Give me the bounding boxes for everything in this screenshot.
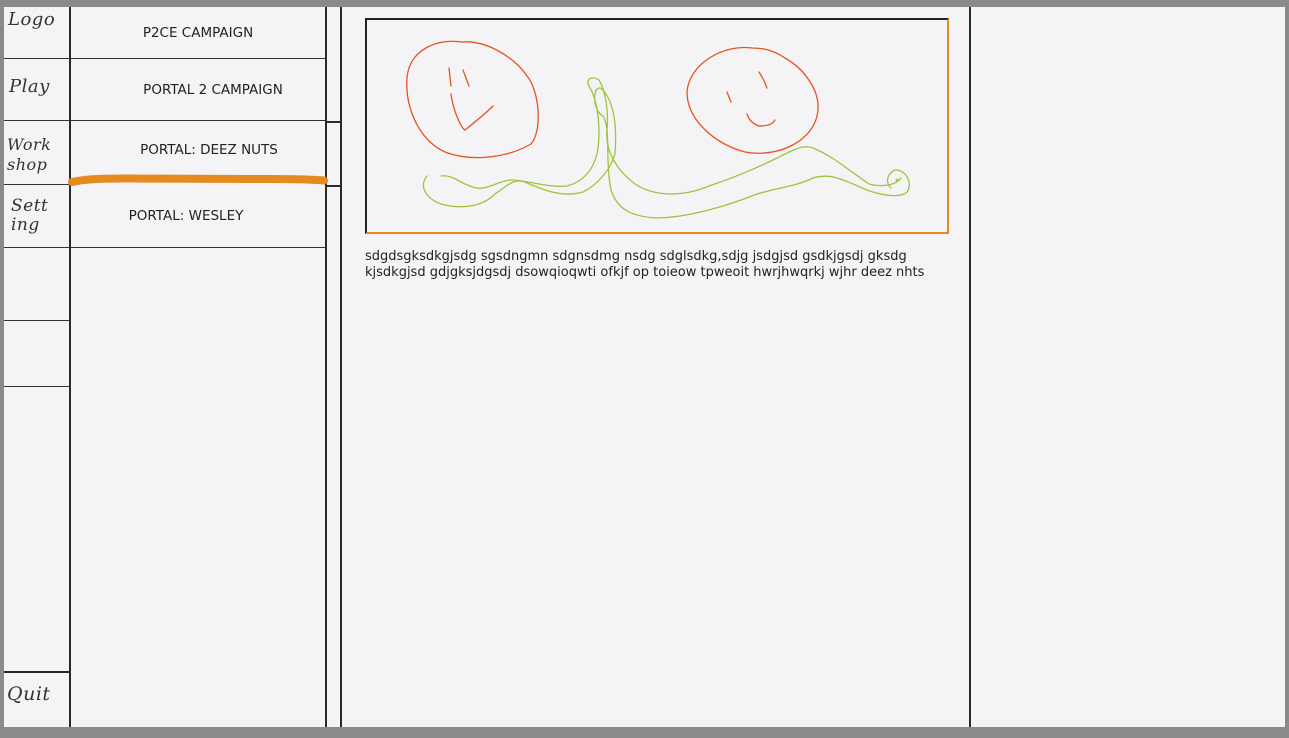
sidebar-item-play[interactable]: Play [4,59,70,121]
face-right-eye [758,71,768,89]
selection-highlight [68,174,328,186]
sidebar-item-label: Work shop [7,135,52,174]
sidebar-item-label: Logo [8,9,56,30]
face-right-eye [726,91,732,103]
campaign-item-label: P2CE CAMPAIGN [142,24,254,41]
sidebar-item-settings[interactable]: Sett ing [4,185,70,248]
face-right [686,46,819,154]
divider [340,7,342,727]
sidebar-item-label: Play [9,76,50,97]
face-left-eye [448,67,452,87]
face-left-eye [462,69,470,87]
sidebar-empty-slot [4,321,70,387]
worm-outline [422,87,910,219]
campaign-item-label: PORTAL: WESLEY [128,208,244,224]
face-left-mouth [450,93,494,131]
worm-eye [895,178,899,182]
sidebar-item-label: Sett ing [11,196,49,235]
divider [969,7,971,727]
face-left [406,40,539,159]
campaign-item-label: PORTAL: DEEZ NUTS [140,142,278,158]
divider [325,7,327,727]
campaign-item-p2ce[interactable]: P2CE CAMPAIGN [71,7,325,59]
divider [4,671,70,673]
sidebar-empty-slot [4,248,70,321]
campaign-preview-image [365,18,949,234]
sidebar-item-quit[interactable]: Quit [7,683,51,705]
face-right-mouth [746,113,776,127]
divider [325,121,341,123]
campaign-description: sdgdsgksdkgjsdg sgsdngmn sdgnsdmg nsdg s… [365,249,925,280]
sidebar-item-logo: Logo [4,7,70,59]
campaign-item-wesley[interactable]: PORTAL: WESLEY [71,185,325,248]
sidebar-item-workshop[interactable]: Work shop [4,121,70,185]
campaign-item-portal2[interactable]: PORTAL 2 CAMPAIGN [71,59,325,121]
campaign-item-label: PORTAL 2 CAMPAIGN [143,81,283,98]
